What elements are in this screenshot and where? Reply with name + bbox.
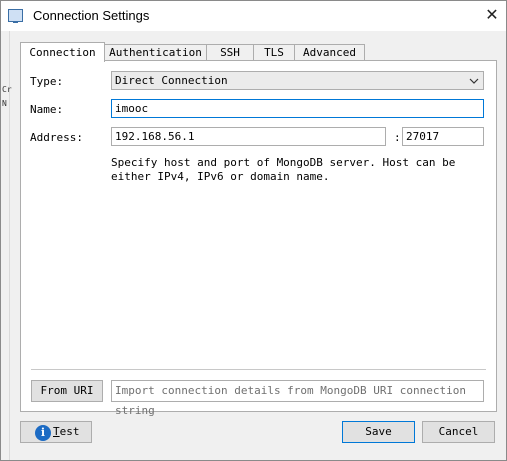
test-label: est <box>59 425 80 438</box>
divider <box>31 369 486 370</box>
close-icon[interactable]: ✕ <box>479 3 505 27</box>
test-label-mnemonic: T <box>53 425 60 438</box>
host-field[interactable]: 192.168.56.1 <box>111 127 386 146</box>
chevron-down-icon <box>469 78 479 84</box>
background-fragment-1: Cr <box>2 85 12 94</box>
tab-connection[interactable]: Connection <box>20 42 105 62</box>
type-select[interactable]: Direct Connection <box>111 71 484 90</box>
tab-authentication[interactable]: Authentication <box>104 44 207 61</box>
connection-settings-dialog: Connection Settings ✕ Cr N Connection Au… <box>0 0 507 461</box>
port-separator: : <box>394 131 401 144</box>
window-title: Connection Settings <box>33 8 150 23</box>
cancel-button[interactable]: Cancel <box>422 421 495 443</box>
uri-input[interactable]: Import connection details from MongoDB U… <box>111 380 484 417</box>
from-uri-button[interactable]: From URI <box>31 380 103 402</box>
background-fragment-2: N <box>2 99 7 108</box>
info-icon: i <box>35 425 51 441</box>
type-label: Type: <box>30 75 64 88</box>
address-help-text: Specify host and port of MongoDB server.… <box>111 156 456 183</box>
tab-ssh[interactable]: SSH <box>206 44 254 61</box>
name-label: Name: <box>30 103 64 116</box>
background-window-strip: Cr N <box>1 31 12 460</box>
app-window-icon <box>8 9 23 23</box>
type-select-value: Direct Connection <box>115 74 228 87</box>
name-field[interactable]: imooc <box>111 99 484 118</box>
title-bar: Connection Settings ✕ <box>1 1 506 31</box>
address-label: Address: <box>30 131 83 144</box>
tab-tls[interactable]: TLS <box>253 44 295 61</box>
test-button[interactable]: Test <box>20 421 92 443</box>
port-field[interactable]: 27017 <box>402 127 484 146</box>
tab-advanced[interactable]: Advanced <box>294 44 365 61</box>
save-button[interactable]: Save <box>342 421 415 443</box>
connection-panel: Type: Direct Connection Name: imooc Addr… <box>20 60 497 417</box>
